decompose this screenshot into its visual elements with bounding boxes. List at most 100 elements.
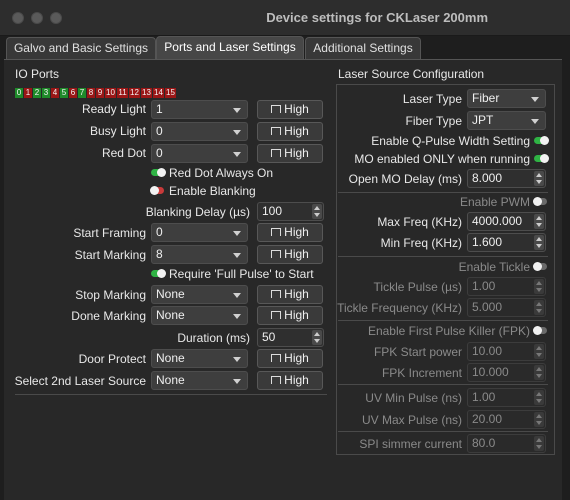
- busy-light-select[interactable]: 0: [151, 122, 248, 141]
- fpk-increment-spinner[interactable]: 10.000: [467, 363, 546, 382]
- stop-marking-polarity-button[interactable]: High: [257, 285, 323, 304]
- enable-pwm-toggle[interactable]: [533, 197, 547, 206]
- done-marking-select[interactable]: None: [151, 306, 248, 325]
- start-marking-polarity-button[interactable]: High: [257, 245, 323, 264]
- tab-ports-laser[interactable]: Ports and Laser Settings: [156, 36, 304, 59]
- io-port-11: 11: [117, 88, 128, 98]
- laser-box-left-border: [336, 84, 337, 454]
- spinner-arrows-icon[interactable]: [534, 436, 544, 451]
- chevron-down-icon: [233, 314, 241, 319]
- chevron-down-icon: [233, 293, 241, 298]
- duration-label: Duration (ms): [177, 331, 250, 345]
- min-freq-spinner[interactable]: 1.600: [467, 233, 546, 252]
- red-dot-always-on-toggle[interactable]: [151, 168, 166, 177]
- spinner-arrows-icon[interactable]: [534, 390, 544, 405]
- chevron-down-icon: [233, 253, 241, 258]
- io-port-14: 14: [153, 88, 164, 98]
- io-port-5: 5: [60, 88, 68, 98]
- spinner-arrows-icon[interactable]: [534, 214, 544, 229]
- fpk-start-power-spinner[interactable]: 10.00: [467, 342, 546, 361]
- laser-type-label: Laser Type: [402, 92, 462, 106]
- second-laser-select[interactable]: None: [151, 371, 248, 390]
- red-dot-always-on-label: Red Dot Always On: [169, 166, 274, 180]
- io-port-10: 10: [105, 88, 116, 98]
- done-marking-polarity-button[interactable]: High: [257, 306, 323, 325]
- door-protect-select[interactable]: None: [151, 349, 248, 368]
- q-pulse-toggle[interactable]: [534, 136, 549, 145]
- red-dot-polarity-button[interactable]: High: [257, 144, 323, 163]
- laser-box-right-border: [554, 84, 555, 454]
- io-port-12: 12: [129, 88, 140, 98]
- spinner-arrows-icon[interactable]: [534, 365, 544, 380]
- stop-marking-label: Stop Marking: [75, 288, 146, 302]
- mo-enabled-label: MO enabled ONLY when running: [354, 152, 530, 166]
- open-mo-delay-spinner[interactable]: 8.000: [467, 169, 546, 188]
- max-freq-spinner[interactable]: 4000.000: [467, 212, 546, 231]
- ready-light-polarity-button[interactable]: High: [257, 100, 323, 119]
- chevron-down-icon: [233, 357, 241, 362]
- io-port-8: 8: [87, 88, 95, 98]
- pulse-high-icon: [271, 105, 282, 113]
- laser-type-select[interactable]: Fiber: [467, 89, 546, 108]
- fpk-increment-label: FPK Increment: [381, 366, 462, 380]
- uv-divider: [338, 384, 548, 385]
- start-marking-label: Start Marking: [74, 248, 146, 262]
- tickle-pulse-spinner[interactable]: 1.00: [467, 277, 546, 296]
- pulse-high-icon: [271, 376, 282, 384]
- io-port-9: 9: [96, 88, 104, 98]
- pwm-divider: [338, 192, 548, 193]
- laser-box-bottom-border: [336, 454, 555, 455]
- tab-additional[interactable]: Additional Settings: [305, 37, 421, 59]
- spinner-arrows-icon[interactable]: [534, 300, 544, 315]
- second-laser-polarity-button[interactable]: High: [257, 371, 323, 390]
- enable-tickle-toggle[interactable]: [533, 262, 547, 271]
- chevron-down-icon: [233, 130, 241, 135]
- fpk-start-power-label: FPK Start power: [373, 345, 462, 359]
- start-framing-label: Start Framing: [73, 226, 146, 240]
- chevron-down-icon: [531, 119, 539, 124]
- io-port-13: 13: [141, 88, 152, 98]
- uv-max-label: UV Max Pulse (ns): [361, 413, 462, 427]
- spinner-arrows-icon[interactable]: [534, 279, 544, 294]
- laser-config-title: Laser Source Configuration: [338, 67, 485, 81]
- red-dot-select[interactable]: 0: [151, 144, 248, 163]
- io-port-7: 7: [78, 88, 86, 98]
- tickle-freq-spinner[interactable]: 5.000: [467, 298, 546, 317]
- uv-min-label: UV Min Pulse (ns): [365, 391, 462, 405]
- uv-max-spinner[interactable]: 20.00: [467, 410, 546, 429]
- spinner-arrows-icon[interactable]: [534, 344, 544, 359]
- pulse-high-icon: [271, 127, 282, 135]
- enable-pwm-label: Enable PWM: [459, 195, 530, 209]
- spinner-arrows-icon[interactable]: [534, 235, 544, 250]
- stop-marking-select[interactable]: None: [151, 285, 248, 304]
- require-full-pulse-toggle[interactable]: [151, 269, 166, 278]
- chevron-down-icon: [233, 152, 241, 157]
- pulse-high-icon: [271, 290, 282, 298]
- fpk-label: Enable First Pulse Killer (FPK): [367, 324, 530, 338]
- io-port-0: 0: [15, 88, 23, 98]
- duration-spinner[interactable]: 50: [257, 328, 324, 347]
- door-protect-polarity-button[interactable]: High: [257, 349, 323, 368]
- fpk-toggle[interactable]: [533, 326, 547, 335]
- io-port-2: 2: [33, 88, 41, 98]
- fiber-type-label: Fiber Type: [405, 114, 462, 128]
- spi-divider: [338, 431, 548, 432]
- spinner-arrows-icon[interactable]: [534, 171, 544, 186]
- pulse-high-icon: [271, 354, 282, 362]
- spinner-arrows-icon[interactable]: [312, 330, 322, 345]
- start-marking-select[interactable]: 8: [151, 245, 248, 264]
- spinner-arrows-icon[interactable]: [312, 204, 322, 219]
- enable-blanking-toggle[interactable]: [150, 186, 164, 195]
- second-laser-label: Select 2nd Laser Source: [14, 374, 146, 388]
- tab-galvo-basic[interactable]: Galvo and Basic Settings: [6, 37, 156, 59]
- uv-min-spinner[interactable]: 1.00: [467, 388, 546, 407]
- start-framing-polarity-button[interactable]: High: [257, 223, 323, 242]
- start-framing-select[interactable]: 0: [151, 223, 248, 242]
- spi-simmer-spinner[interactable]: 80.0: [467, 434, 546, 453]
- ready-light-select[interactable]: 1: [151, 100, 248, 119]
- fiber-type-select[interactable]: JPT: [467, 111, 546, 130]
- busy-light-polarity-button[interactable]: High: [257, 122, 323, 141]
- blanking-delay-spinner[interactable]: 100: [257, 202, 324, 221]
- mo-enabled-toggle[interactable]: [534, 154, 549, 163]
- spinner-arrows-icon[interactable]: [534, 412, 544, 427]
